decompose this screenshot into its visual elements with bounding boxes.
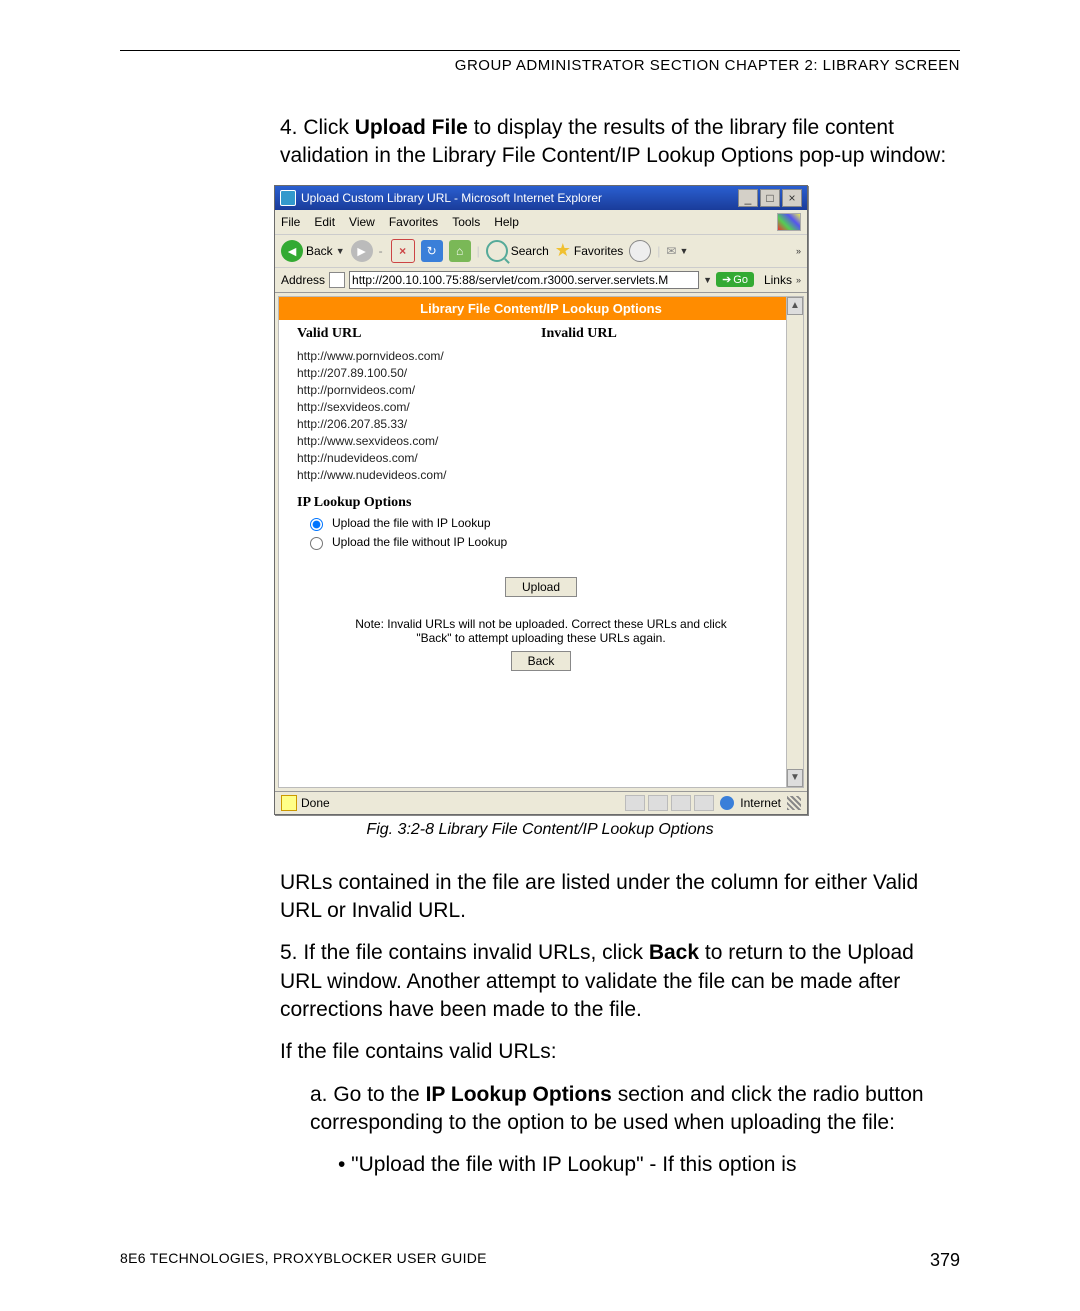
forward-button[interactable]: ► bbox=[351, 240, 373, 262]
section-header: Library File Content/IP Lookup Options bbox=[279, 297, 803, 320]
refresh-button[interactable]: ↻ bbox=[421, 240, 443, 262]
address-label: Address bbox=[281, 273, 325, 287]
url-item: http://www.pornvideos.com/ bbox=[297, 349, 785, 363]
radio-without-lookup[interactable] bbox=[310, 537, 323, 550]
ie-icon bbox=[280, 190, 296, 206]
history-button[interactable] bbox=[629, 240, 651, 262]
menu-favorites[interactable]: Favorites bbox=[389, 215, 438, 229]
status-bar: Done Internet bbox=[275, 791, 807, 814]
url-item: http://www.nudevideos.com/ bbox=[297, 468, 785, 482]
menu-view[interactable]: View bbox=[349, 215, 375, 229]
address-dropdown[interactable]: ▼ bbox=[703, 275, 712, 285]
toolbar: ◄Back▼ ► - × ↻ ⌂ | Search ★Favorites | ✉… bbox=[275, 235, 807, 268]
page-header: GROUP ADMINISTRATOR SECTION CHAPTER 2: L… bbox=[120, 57, 960, 74]
radio-with-lookup[interactable] bbox=[310, 518, 323, 531]
mail-button[interactable]: ✉▼ bbox=[666, 244, 688, 258]
address-bar: Address ▼ ➔Go Links » bbox=[275, 268, 807, 293]
figure-caption: Fig. 3:2-8 Library File Content/IP Looku… bbox=[274, 821, 806, 839]
upload-button[interactable]: Upload bbox=[505, 577, 577, 597]
url-item: http://www.sexvideos.com/ bbox=[297, 434, 785, 448]
favorites-button[interactable]: ★Favorites bbox=[555, 240, 624, 261]
url-item: http://207.89.100.50/ bbox=[297, 366, 785, 380]
bullet-1: • "Upload the file with IP Lookup" - If … bbox=[338, 1151, 960, 1179]
minimize-button[interactable]: _ bbox=[738, 189, 758, 207]
maximize-button[interactable]: □ bbox=[760, 189, 780, 207]
go-button[interactable]: ➔Go bbox=[716, 272, 754, 287]
col-invalid: Invalid URL bbox=[541, 326, 785, 342]
url-list: http://www.pornvideos.com/ http://207.89… bbox=[279, 342, 803, 489]
search-icon bbox=[486, 240, 508, 262]
search-button[interactable]: Search bbox=[486, 240, 549, 262]
menu-edit[interactable]: Edit bbox=[314, 215, 335, 229]
stop-button[interactable]: × bbox=[391, 239, 415, 263]
page-number: 379 bbox=[930, 1250, 960, 1271]
star-icon: ★ bbox=[555, 240, 571, 261]
window-titlebar: Upload Custom Library URL - Microsoft In… bbox=[275, 186, 807, 210]
sub-a: a. Go to the IP Lookup Options section a… bbox=[310, 1081, 960, 1138]
close-button[interactable]: × bbox=[782, 189, 802, 207]
resize-grip[interactable] bbox=[787, 796, 801, 810]
col-valid: Valid URL bbox=[297, 326, 541, 342]
menubar: File Edit View Favorites Tools Help bbox=[275, 210, 807, 235]
page-icon bbox=[329, 272, 345, 288]
step-4: 4. Click Upload File to display the resu… bbox=[280, 114, 960, 171]
address-input[interactable] bbox=[349, 271, 699, 289]
url-item: http://nudevideos.com/ bbox=[297, 451, 785, 465]
done-icon bbox=[281, 795, 297, 811]
internet-icon bbox=[720, 796, 734, 810]
scrollbar[interactable]: ▲ ▼ bbox=[786, 297, 803, 787]
menu-file[interactable]: File bbox=[281, 215, 300, 229]
back-button-form[interactable]: Back bbox=[511, 651, 572, 671]
step-5: 5. If the file contains invalid URLs, cl… bbox=[280, 939, 960, 1024]
url-item: http://sexvideos.com/ bbox=[297, 400, 785, 414]
if-valid: If the file contains valid URLs: bbox=[280, 1038, 960, 1066]
content-area: ▲ ▼ Library File Content/IP Lookup Optio… bbox=[278, 296, 804, 788]
menu-tools[interactable]: Tools bbox=[452, 215, 480, 229]
ip-lookup-heading: IP Lookup Options bbox=[297, 495, 785, 511]
url-item: http://pornvideos.com/ bbox=[297, 383, 785, 397]
windows-flag-icon bbox=[777, 213, 801, 231]
home-button[interactable]: ⌂ bbox=[449, 240, 471, 262]
paragraph-urls: URLs contained in the file are listed un… bbox=[280, 869, 960, 926]
screenshot: Upload Custom Library URL - Microsoft In… bbox=[274, 185, 808, 815]
note-text: Note: Invalid URLs will not be uploaded.… bbox=[279, 617, 803, 645]
footer-left: 8E6 TECHNOLOGIES, PROXYBLOCKER USER GUID… bbox=[120, 1250, 487, 1266]
links-label[interactable]: Links bbox=[764, 273, 792, 287]
menu-help[interactable]: Help bbox=[494, 215, 519, 229]
back-button[interactable]: ◄Back▼ bbox=[281, 240, 345, 262]
url-item: http://206.207.85.33/ bbox=[297, 417, 785, 431]
